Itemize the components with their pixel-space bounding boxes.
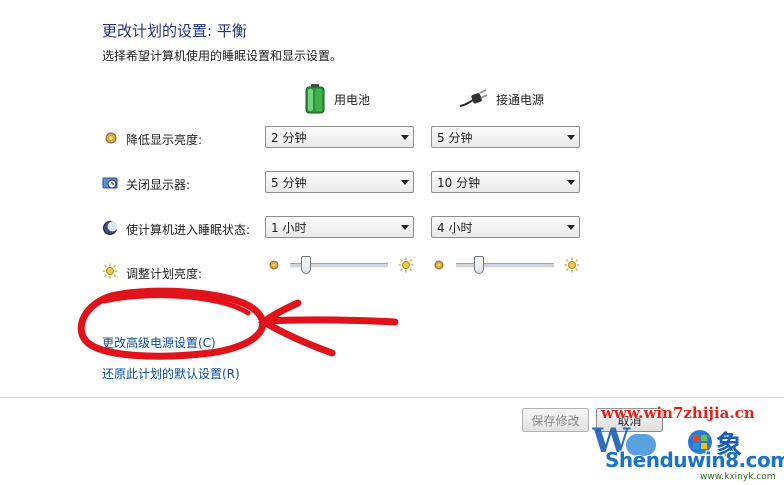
battery-column-label: 用电池 bbox=[334, 92, 371, 107]
power-plug-icon bbox=[459, 89, 488, 107]
chevron-down-icon bbox=[397, 172, 413, 192]
turn-off-display-battery-value: 5 分钟 bbox=[271, 175, 307, 190]
slider-track bbox=[456, 263, 554, 268]
moon-sleep-icon bbox=[102, 220, 118, 239]
dim-brightness-icon bbox=[433, 259, 445, 274]
chevron-down-icon bbox=[563, 172, 579, 192]
watermark-url: www.win7zhijia.cn bbox=[601, 404, 755, 422]
slider-thumb[interactable] bbox=[301, 256, 311, 274]
save-changes-button[interactable]: 保存修改 bbox=[522, 408, 589, 432]
dim-display-plugged-select[interactable]: 5 分钟 bbox=[431, 126, 580, 148]
turn-off-display-battery-select[interactable]: 5 分钟 bbox=[265, 171, 414, 193]
dim-display-label: 降低显示亮度: bbox=[126, 133, 203, 147]
red-circle-arrow-annotation bbox=[77, 287, 399, 360]
dim-brightness-icon bbox=[268, 259, 280, 274]
turn-off-display-label: 关闭显示器: bbox=[126, 178, 191, 192]
column-header-battery: 用电池 bbox=[304, 84, 370, 114]
page-title: 更改计划的设置: 平衡 bbox=[102, 22, 247, 40]
dim-display-battery-select[interactable]: 2 分钟 bbox=[265, 126, 414, 148]
chevron-down-icon bbox=[397, 127, 413, 147]
battery-icon bbox=[305, 84, 325, 114]
turn-off-display-plugged-value: 10 分钟 bbox=[437, 175, 481, 190]
sleep-battery-value: 1 小时 bbox=[271, 220, 307, 235]
sleep-plugged-value: 4 小时 bbox=[437, 220, 473, 235]
restore-defaults-link[interactable]: 还原此计划的默认设置(R) bbox=[102, 365, 240, 382]
chevron-down-icon bbox=[563, 127, 579, 147]
sleep-plugged-select[interactable]: 4 小时 bbox=[431, 216, 580, 238]
bright-brightness-icon bbox=[564, 257, 580, 276]
dim-display-plugged-value: 5 分钟 bbox=[437, 130, 473, 145]
slider-thumb[interactable] bbox=[474, 256, 484, 274]
brightness-label: 调整计划亮度: bbox=[126, 267, 203, 281]
sun-brightness-icon bbox=[102, 263, 118, 282]
watermark-brand: Shenduwin8.com bbox=[605, 448, 784, 472]
dim-display-icon bbox=[103, 130, 119, 149]
sleep-battery-select[interactable]: 1 小时 bbox=[265, 216, 414, 238]
footer-divider bbox=[0, 397, 784, 398]
turn-off-display-plugged-select[interactable]: 10 分钟 bbox=[431, 171, 580, 193]
monitor-clock-icon bbox=[102, 175, 118, 194]
page-subtitle: 选择希望计算机使用的睡眠设置和显示设置。 bbox=[102, 49, 343, 63]
watermark-site: www.kxinyk.com bbox=[700, 472, 776, 482]
dim-display-battery-value: 2 分钟 bbox=[271, 130, 307, 145]
bright-brightness-icon bbox=[398, 257, 414, 276]
chevron-down-icon bbox=[563, 217, 579, 237]
battery-brightness-slider[interactable] bbox=[290, 254, 388, 278]
plugged-column-label: 接通电源 bbox=[496, 92, 545, 107]
plugged-brightness-slider[interactable] bbox=[456, 254, 554, 278]
chevron-down-icon bbox=[397, 217, 413, 237]
column-header-plugged: 接通电源 bbox=[458, 84, 544, 114]
sleep-label: 使计算机进入睡眠状态: bbox=[126, 223, 251, 237]
